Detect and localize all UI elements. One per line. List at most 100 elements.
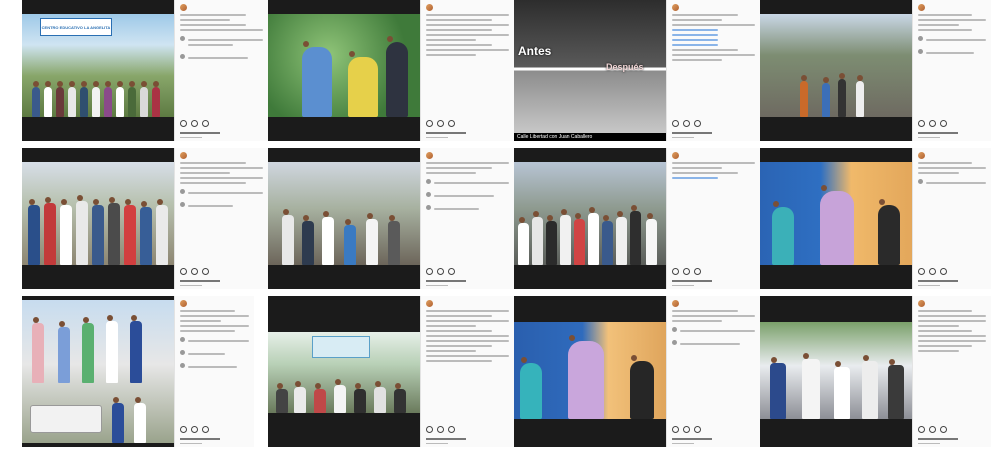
post-card[interactable] <box>514 296 760 447</box>
post-side-panel <box>666 148 760 289</box>
talk-photo <box>760 162 912 265</box>
profile-avatar[interactable] <box>672 152 679 159</box>
post-card[interactable] <box>268 148 514 289</box>
post-photo[interactable] <box>760 0 912 141</box>
like-icon[interactable] <box>426 426 433 433</box>
like-icon[interactable] <box>672 120 679 127</box>
share-icon[interactable] <box>448 426 455 433</box>
post-side-panel <box>174 0 268 141</box>
profile-avatar[interactable] <box>918 300 925 307</box>
comment-icon[interactable] <box>191 268 198 275</box>
post-side-panel <box>420 148 514 289</box>
instagram-post-collage: CENTRO EDUCATIVO LA ANGELITA Antes Despu… <box>22 0 991 447</box>
comment-icon[interactable] <box>683 120 690 127</box>
like-icon[interactable] <box>426 120 433 127</box>
like-icon[interactable] <box>918 426 925 433</box>
post-card[interactable]: Antes Después Calle Libertad con Juan Ca… <box>514 0 760 141</box>
post-photo[interactable] <box>514 296 666 447</box>
post-photo[interactable] <box>22 148 174 289</box>
profile-avatar[interactable] <box>426 300 433 307</box>
like-icon[interactable] <box>180 120 187 127</box>
comment-icon[interactable] <box>929 268 936 275</box>
post-photo[interactable] <box>22 296 174 447</box>
share-icon[interactable] <box>940 426 947 433</box>
like-icon[interactable] <box>180 426 187 433</box>
comment-icon[interactable] <box>437 268 444 275</box>
meeting-photo <box>268 332 420 413</box>
profile-avatar[interactable] <box>426 152 433 159</box>
like-icon[interactable] <box>426 268 433 275</box>
post-card[interactable] <box>268 0 514 141</box>
share-icon[interactable] <box>940 120 947 127</box>
profile-avatar[interactable] <box>918 152 925 159</box>
post-card[interactable] <box>514 148 760 289</box>
share-icon[interactable] <box>448 120 455 127</box>
profile-avatar[interactable] <box>918 4 925 11</box>
profile-avatar[interactable] <box>180 300 187 307</box>
share-icon[interactable] <box>202 426 209 433</box>
school-sign-text: CENTRO EDUCATIVO LA ANGELITA <box>41 24 111 30</box>
post-side-panel <box>666 296 760 447</box>
talk2-photo <box>514 322 666 419</box>
road-photo: Antes Después Calle Libertad con Juan Ca… <box>514 0 666 141</box>
school-photo: CENTRO EDUCATIVO LA ANGELITA <box>22 14 174 117</box>
street-photo <box>760 14 912 117</box>
post-side-panel <box>912 148 991 289</box>
share-icon[interactable] <box>694 120 701 127</box>
post-side-panel <box>666 0 760 141</box>
comment-icon[interactable] <box>191 426 198 433</box>
post-side-panel <box>912 296 991 447</box>
post-card[interactable] <box>760 296 991 447</box>
post-side-panel <box>420 0 514 141</box>
post-photo[interactable]: CENTRO EDUCATIVO LA ANGELITA <box>22 0 174 141</box>
post-card[interactable] <box>760 0 991 141</box>
like-icon[interactable] <box>672 268 679 275</box>
share-icon[interactable] <box>202 120 209 127</box>
post-side-panel <box>174 296 254 447</box>
before-label: Antes <box>518 44 552 58</box>
after-label: Después <box>606 62 644 72</box>
profile-avatar[interactable] <box>426 4 433 11</box>
photo-caption: Calle Libertad con Juan Caballero <box>514 133 666 141</box>
share-icon[interactable] <box>694 426 701 433</box>
post-side-panel <box>174 148 268 289</box>
comment-icon[interactable] <box>683 268 690 275</box>
like-icon[interactable] <box>918 120 925 127</box>
post-photo[interactable] <box>268 148 420 289</box>
post-card[interactable] <box>760 148 991 289</box>
post-card[interactable] <box>22 296 254 447</box>
post-card[interactable] <box>22 148 268 289</box>
comment-icon[interactable] <box>929 120 936 127</box>
dig-photo <box>268 162 420 265</box>
post-photo[interactable] <box>268 296 420 447</box>
share-icon[interactable] <box>202 268 209 275</box>
crowd2-photo <box>760 322 912 419</box>
profile-avatar[interactable] <box>672 300 679 307</box>
group-photo <box>22 162 174 265</box>
comment-icon[interactable] <box>437 120 444 127</box>
post-card[interactable] <box>268 296 514 447</box>
speech-photo <box>268 14 420 117</box>
post-side-panel <box>912 0 991 141</box>
post-photo[interactable]: Antes Después Calle Libertad con Juan Ca… <box>514 0 666 141</box>
post-photo[interactable] <box>268 0 420 141</box>
like-icon[interactable] <box>180 268 187 275</box>
comment-icon[interactable] <box>191 120 198 127</box>
share-icon[interactable] <box>940 268 947 275</box>
profile-avatar[interactable] <box>672 4 679 11</box>
post-photo[interactable] <box>514 148 666 289</box>
profile-avatar[interactable] <box>180 152 187 159</box>
comment-icon[interactable] <box>683 426 690 433</box>
post-card[interactable]: CENTRO EDUCATIVO LA ANGELITA <box>22 0 268 141</box>
crowd-photo <box>514 162 666 265</box>
share-icon[interactable] <box>448 268 455 275</box>
post-photo[interactable] <box>760 296 912 447</box>
comment-icon[interactable] <box>437 426 444 433</box>
profile-avatar[interactable] <box>180 4 187 11</box>
truck-photo <box>22 300 174 443</box>
comment-icon[interactable] <box>929 426 936 433</box>
like-icon[interactable] <box>672 426 679 433</box>
like-icon[interactable] <box>918 268 925 275</box>
share-icon[interactable] <box>694 268 701 275</box>
post-photo[interactable] <box>760 148 912 289</box>
